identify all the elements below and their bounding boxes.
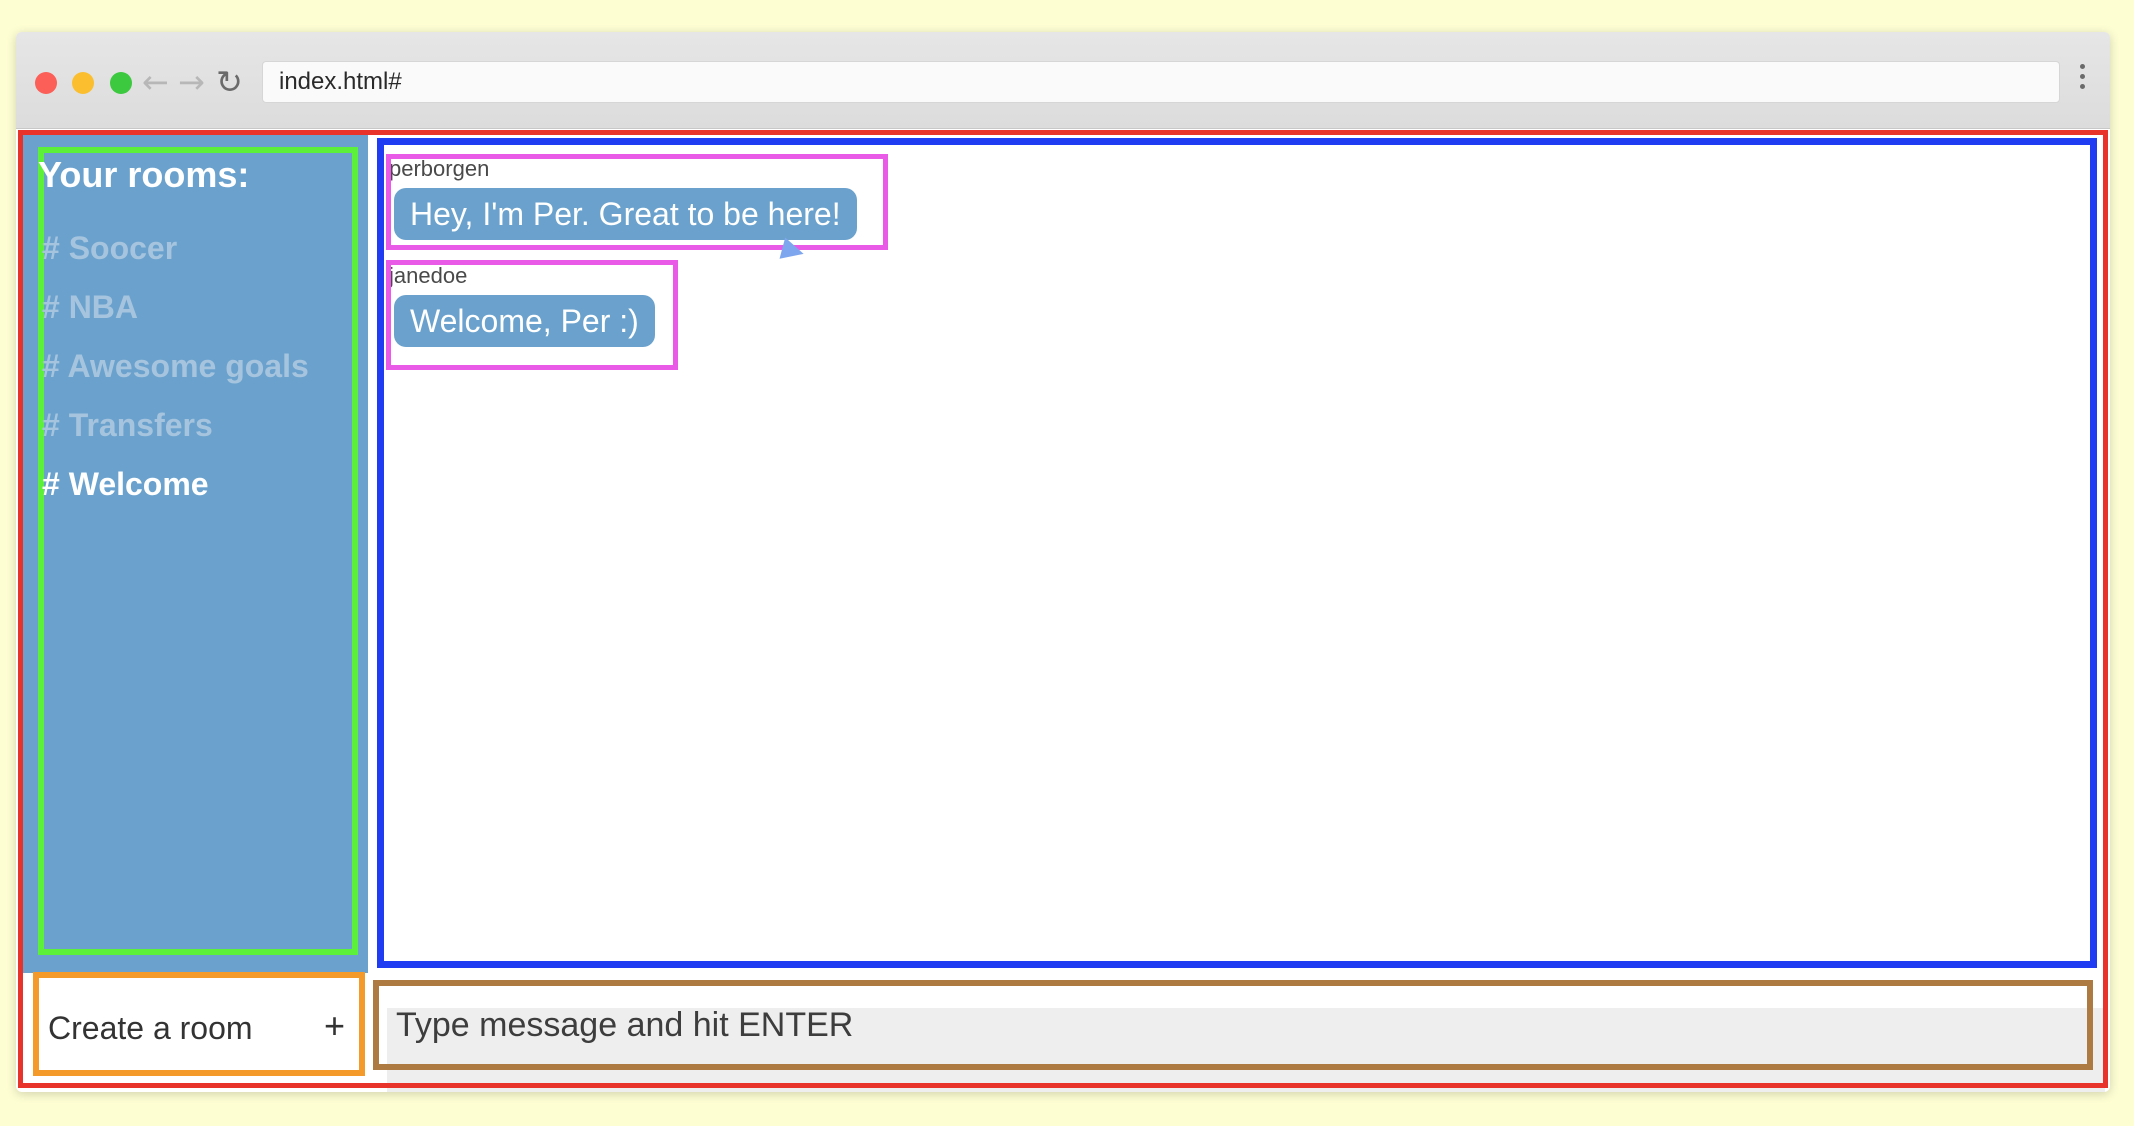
browser-toolbar: ← → ↻ index.html# [16,32,2110,129]
maximize-window-button[interactable] [110,72,132,94]
address-bar[interactable]: index.html# [262,61,2060,103]
forward-arrow-icon[interactable]: → [178,62,205,102]
close-window-button[interactable] [35,72,57,94]
url-text: index.html# [279,68,402,95]
minimize-window-button[interactable] [72,72,94,94]
more-menu-icon[interactable] [2080,64,2086,94]
reload-icon[interactable]: ↻ [216,62,243,102]
back-arrow-icon[interactable]: ← [142,62,169,102]
app-outline [18,130,2108,1088]
